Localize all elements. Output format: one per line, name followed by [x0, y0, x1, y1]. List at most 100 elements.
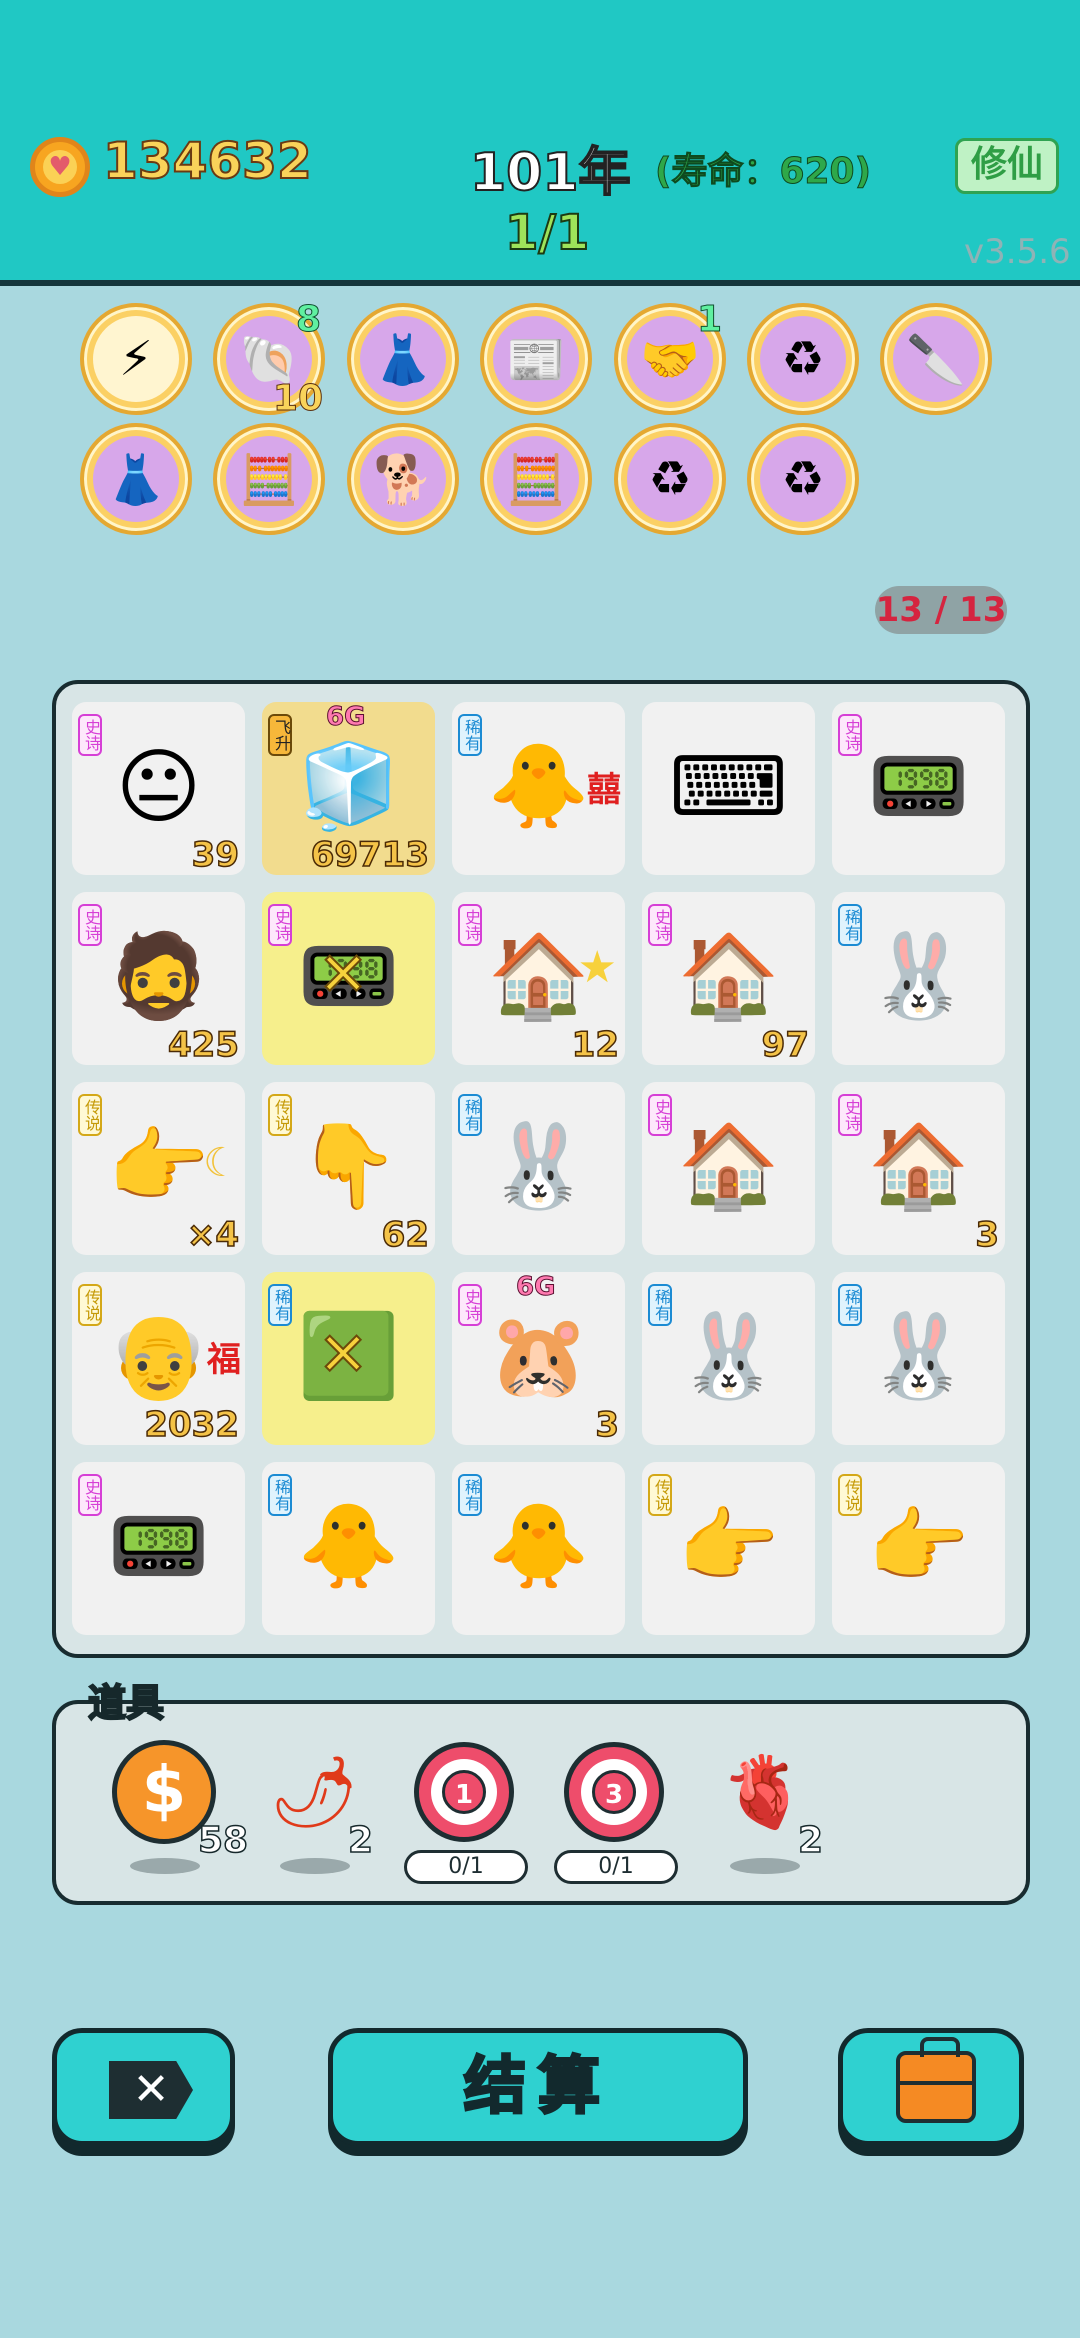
- grid-cell[interactable]: 👉 传说: [642, 1462, 815, 1635]
- grid-cell[interactable]: 👉 传说: [832, 1462, 1005, 1635]
- item-slot[interactable]: ♻: [614, 423, 726, 535]
- grid-cell[interactable]: 👇 传说 62: [262, 1082, 435, 1255]
- rarity-tag: 稀有: [458, 1094, 482, 1136]
- prop-shadow: [280, 1858, 350, 1874]
- props-label: 道具: [87, 1680, 165, 1726]
- prop-progress: 0/1: [554, 1850, 678, 1884]
- grid-cell[interactable]: 🐹 史诗 6G 3: [452, 1272, 625, 1445]
- rarity-tag: 稀有: [838, 904, 862, 946]
- version-label: v3.5.6: [964, 232, 1071, 272]
- item-slot[interactable]: 👗: [347, 303, 459, 415]
- item-slot[interactable]: 🤝 1: [614, 299, 726, 415]
- magazine-icon: 📰: [493, 316, 579, 402]
- rarity-tag: 飞升: [268, 714, 292, 756]
- rarity-tag: 稀有: [268, 1474, 292, 1516]
- grid-cell[interactable]: 🏠 史诗 97: [642, 892, 815, 1065]
- item-badge-count: 8: [295, 299, 321, 341]
- cell-count: 62: [381, 1214, 430, 1255]
- rarity-tag: 传说: [838, 1474, 862, 1516]
- discard-button[interactable]: ✕: [52, 2028, 235, 2146]
- slot-counter: 13 / 13: [875, 586, 1007, 634]
- 6g-badge: 6G: [515, 1272, 556, 1303]
- round-counter: 1/1: [504, 204, 590, 262]
- grid-cell[interactable]: 📟 史诗: [72, 1462, 245, 1635]
- grid-cell[interactable]: 🐥 稀有囍: [452, 702, 625, 875]
- grid-cell[interactable]: 🏠 史诗: [642, 1082, 815, 1255]
- grid-cell[interactable]: 📟 史诗 ✕: [262, 892, 435, 1065]
- grid-cell[interactable]: 👉 传说 ☾ ×4: [72, 1082, 245, 1255]
- hacker-formula-icon: 🧮: [493, 436, 579, 522]
- lightning-icon: ⚡: [93, 316, 179, 402]
- skirt-icon: 👗: [93, 436, 179, 522]
- lifespan-label: (寿命：620): [654, 151, 872, 193]
- item-slot[interactable]: ♻: [747, 303, 859, 415]
- rarity-tag: 稀有: [458, 714, 482, 756]
- recycle-icon: ♻: [760, 436, 846, 522]
- item-slot[interactable]: 🐚 8 10: [213, 299, 325, 420]
- cleaver-icon: 🔪: [893, 316, 979, 402]
- hacker-formula-icon: 🧮: [226, 436, 312, 522]
- rarity-tag: 史诗: [648, 1094, 672, 1136]
- item-slot[interactable]: 🧮: [480, 423, 592, 535]
- cultivate-button[interactable]: 修仙: [955, 138, 1059, 194]
- cell-count: 69713: [310, 834, 430, 875]
- rarity-tag: 稀有: [838, 1284, 862, 1326]
- grid-cell[interactable]: 🐥 稀有: [262, 1462, 435, 1635]
- moon-icon: ☾: [203, 1140, 239, 1186]
- briefcase-icon: [896, 2037, 976, 2123]
- cell-count: 2032: [144, 1404, 240, 1445]
- prop-shadow: [730, 1858, 800, 1874]
- backpack-button[interactable]: [838, 2028, 1024, 2146]
- prop-count: 2: [797, 1819, 824, 1862]
- settle-button-label: 结算: [462, 2048, 612, 2124]
- target-1-icon: 1: [412, 1740, 516, 1844]
- rarity-tag: 稀有: [268, 1284, 292, 1326]
- coin-count: 134632: [102, 131, 313, 191]
- settle-button[interactable]: 结算: [328, 2028, 748, 2146]
- rarity-tag: 传说: [78, 1094, 102, 1136]
- item-slot[interactable]: 📰: [480, 303, 592, 415]
- rarity-tag: 史诗: [838, 1094, 862, 1136]
- dogs-icon: 🐕: [360, 436, 446, 522]
- grid-cell[interactable]: 🐥 稀有: [452, 1462, 625, 1635]
- rarity-tag: 史诗: [648, 904, 672, 946]
- prop-count: 2: [347, 1819, 374, 1862]
- fortune-sticker: 福: [207, 1340, 241, 1380]
- rarity-tag: 史诗: [458, 1284, 482, 1326]
- target-3-icon: 3: [562, 1740, 666, 1844]
- grid-cell[interactable]: 🐰 稀有: [452, 1082, 625, 1255]
- grid-cell[interactable]: 🏠 史诗 ★ 12: [452, 892, 625, 1065]
- grid-cell[interactable]: 👴 传说福 2032: [72, 1272, 245, 1445]
- item-slot[interactable]: 👗: [80, 423, 192, 535]
- grid-cell[interactable]: 🐰 稀有: [642, 1272, 815, 1445]
- prop-progress: 0/1: [404, 1850, 528, 1884]
- item-slot[interactable]: ⚡: [80, 303, 192, 415]
- grid-cell[interactable]: 🧔 史诗 425: [72, 892, 245, 1065]
- item-slot[interactable]: 🔪: [880, 303, 992, 415]
- item-slot[interactable]: 🧮: [213, 423, 325, 535]
- prop-shadow: [130, 1858, 200, 1874]
- item-slot[interactable]: ♻: [747, 423, 859, 535]
- item-slot[interactable]: 🐕: [347, 423, 459, 535]
- rarity-tag: 稀有: [648, 1284, 672, 1326]
- rarity-tag: 传说: [268, 1094, 292, 1136]
- cell-count: 3: [975, 1214, 1000, 1255]
- grid-cell[interactable]: 🟩 稀有 ✕: [262, 1272, 435, 1445]
- rarity-tag: 传说: [78, 1284, 102, 1326]
- rarity-tag: 史诗: [268, 904, 292, 946]
- rarity-tag: 传说: [648, 1474, 672, 1516]
- grid-cell[interactable]: 🐰 稀有: [832, 1272, 1005, 1445]
- star-icon: ★: [577, 942, 617, 993]
- grid-cell[interactable]: 😐 史诗 39: [72, 702, 245, 875]
- 6g-badge: 6G: [325, 702, 366, 733]
- grid-cell[interactable]: 🐰 稀有: [832, 892, 1005, 1065]
- year-label: 101年: [469, 142, 632, 204]
- grid-cell[interactable]: 🏠 史诗 3: [832, 1082, 1005, 1255]
- skirt-icon: 👗: [360, 316, 446, 402]
- cross-mark-icon: ✕: [317, 1319, 369, 1391]
- grid-cell[interactable]: 📟 史诗: [832, 702, 1005, 875]
- grid-cell[interactable]: ⌨: [642, 702, 815, 875]
- rarity-tag: 史诗: [838, 714, 862, 756]
- grid-cell[interactable]: 🧊 飞升 6G 69713: [262, 702, 435, 875]
- header-divider: [0, 280, 1080, 286]
